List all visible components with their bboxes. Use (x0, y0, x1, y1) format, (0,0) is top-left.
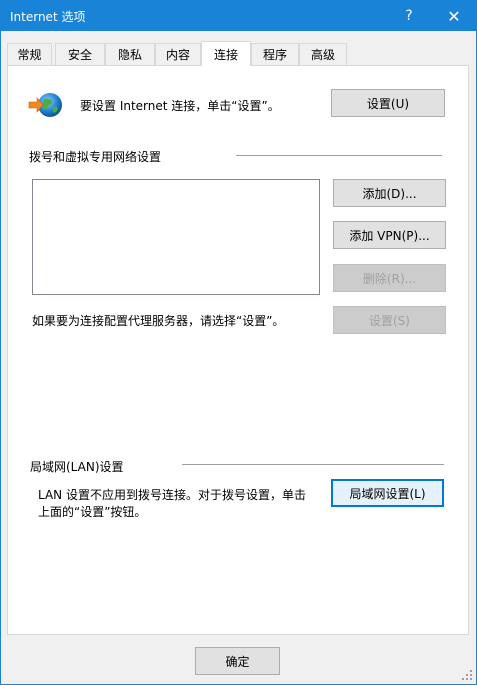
lan-instructions-line1: LAN 设置不应用到拨号连接。对于拨号设置，单击 (38, 488, 306, 502)
divider (182, 464, 444, 465)
help-button[interactable]: ? (389, 1, 429, 31)
lan-settings-button[interactable]: 局域网设置(L) (331, 479, 444, 507)
setup-button[interactable]: 设置(U) (331, 89, 445, 117)
tab-programs[interactable]: 程序 (251, 43, 299, 65)
tab-privacy[interactable]: 隐私 (105, 43, 155, 65)
internet-options-dialog: Internet 选项 ? ✕ 常规 安全 隐私 内容 连接 程序 高级 要设置… (0, 0, 477, 685)
settings-button[interactable]: 设置(S) (333, 306, 446, 334)
setup-instructions: 要设置 Internet 连接，单击“设置”。 (80, 99, 280, 113)
add-vpn-button[interactable]: 添加 VPN(P)... (333, 221, 446, 249)
window-title: Internet 选项 (10, 10, 86, 24)
title-bar[interactable]: Internet 选项 ? ✕ (1, 1, 476, 31)
tab-strip: 常规 安全 隐私 内容 连接 程序 高级 (7, 41, 472, 66)
connections-list[interactable] (32, 179, 320, 295)
tab-security[interactable]: 安全 (55, 43, 105, 65)
ok-button[interactable]: 确定 (195, 647, 280, 675)
proxy-instructions: 如果要为连接配置代理服务器，请选择“设置”。 (32, 314, 285, 328)
tab-general[interactable]: 常规 (7, 43, 52, 65)
connections-panel: 要设置 Internet 连接，单击“设置”。 设置(U) 拨号和虚拟专用网络设… (7, 65, 469, 635)
tab-advanced[interactable]: 高级 (299, 43, 347, 65)
lan-heading: 局域网(LAN)设置 (30, 460, 124, 474)
globe-network-icon (28, 93, 62, 117)
remove-button[interactable]: 删除(R)... (333, 264, 446, 292)
lan-instructions-line2: 上面的“设置”按钮。 (38, 505, 147, 519)
divider (236, 155, 442, 156)
close-button[interactable]: ✕ (434, 1, 474, 31)
resize-grip-icon[interactable] (461, 669, 473, 681)
tab-content[interactable]: 内容 (155, 43, 201, 65)
dialup-vpn-heading: 拨号和虚拟专用网络设置 (29, 150, 162, 164)
tab-connections[interactable]: 连接 (201, 41, 251, 66)
add-button[interactable]: 添加(D)... (333, 179, 446, 207)
